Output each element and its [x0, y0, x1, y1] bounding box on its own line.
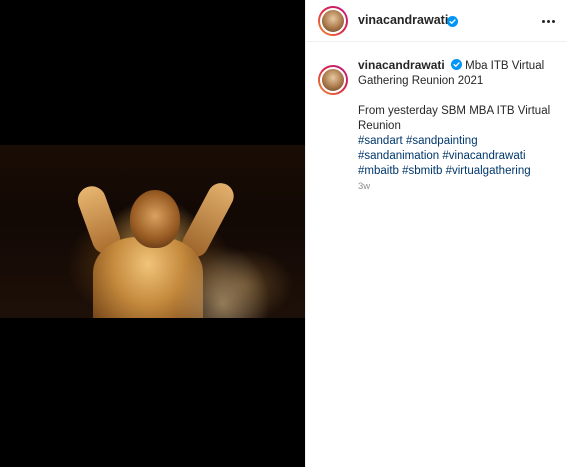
hashtag-link[interactable]: #virtualgathering — [446, 165, 531, 177]
avatar-image — [320, 8, 346, 34]
post-caption: vinacandrawati Mba ITB Virtual Gathering… — [306, 58, 567, 194]
post-dialog: vinacandrawati vinacandrawati Mba ITB Vi… — [0, 0, 567, 467]
hashtag-link[interactable]: #sandanimation — [358, 150, 439, 162]
hashtag-link[interactable]: #vinacandrawati — [442, 150, 525, 162]
video-frame[interactable] — [0, 145, 305, 318]
caption-username[interactable]: vinacandrawati — [358, 58, 445, 72]
post-media[interactable] — [0, 0, 305, 467]
post-timestamp[interactable]: 3w — [358, 179, 556, 194]
video-figure-head — [130, 190, 180, 248]
post-header: vinacandrawati — [306, 0, 567, 42]
verified-badge-icon — [444, 13, 458, 31]
caption-avatar[interactable] — [318, 65, 348, 95]
video-sand-glow — [175, 245, 270, 318]
caption-title-line: vinacandrawati Mba ITB Virtual Gathering… — [358, 58, 556, 89]
more-options-icon[interactable] — [538, 12, 558, 30]
header-username[interactable]: vinacandrawati — [358, 13, 448, 27]
caption-verified-badge-icon — [448, 59, 465, 72]
caption-body-text: From yesterday SBM MBA ITB Virtual Reuni… — [358, 105, 551, 132]
hashtag-link[interactable]: #sbmitb — [402, 165, 442, 177]
hashtag-link[interactable]: #mbaitb — [358, 165, 399, 177]
post-side-panel: vinacandrawati vinacandrawati Mba ITB Vi… — [305, 0, 567, 467]
hashtag-link[interactable]: #sandpainting — [406, 135, 478, 147]
avatar[interactable] — [318, 6, 348, 36]
caption-hashtags: #sandart #sandpainting #sandanimation #v… — [358, 134, 556, 179]
hashtag-link[interactable]: #sandart — [358, 135, 403, 147]
caption-avatar-image — [320, 67, 346, 93]
